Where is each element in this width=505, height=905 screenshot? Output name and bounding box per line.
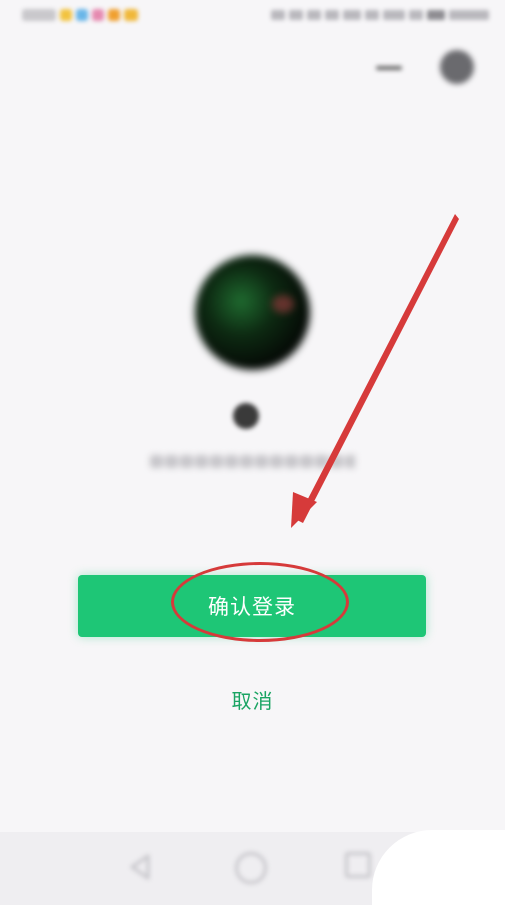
- title-bar: [0, 40, 505, 96]
- status-bar: [0, 0, 505, 32]
- status-icons-right: [229, 8, 489, 22]
- confirm-login-label: 确认登录: [208, 595, 296, 619]
- annotation-arrow-shaft: [297, 214, 459, 523]
- back-arrow-icon[interactable]: [370, 54, 408, 82]
- nav-back-icon[interactable]: [126, 852, 156, 882]
- login-hint: [150, 455, 355, 473]
- nav-recent-icon[interactable]: [345, 852, 371, 878]
- screen: 确认登录 取消: [0, 0, 505, 905]
- nickname: [233, 403, 259, 429]
- cancel-button[interactable]: 取消: [200, 682, 305, 716]
- annotation-arrow-head: [291, 492, 317, 528]
- more-icon[interactable]: [440, 50, 474, 84]
- status-icons-left: [22, 6, 162, 24]
- avatar: [195, 255, 310, 370]
- annotation-arrow: [291, 214, 459, 528]
- avatar-detail: [272, 295, 294, 313]
- nav-home-icon[interactable]: [235, 852, 267, 884]
- cancel-label: 取消: [231, 688, 274, 713]
- confirm-login-button[interactable]: 确认登录: [78, 575, 426, 637]
